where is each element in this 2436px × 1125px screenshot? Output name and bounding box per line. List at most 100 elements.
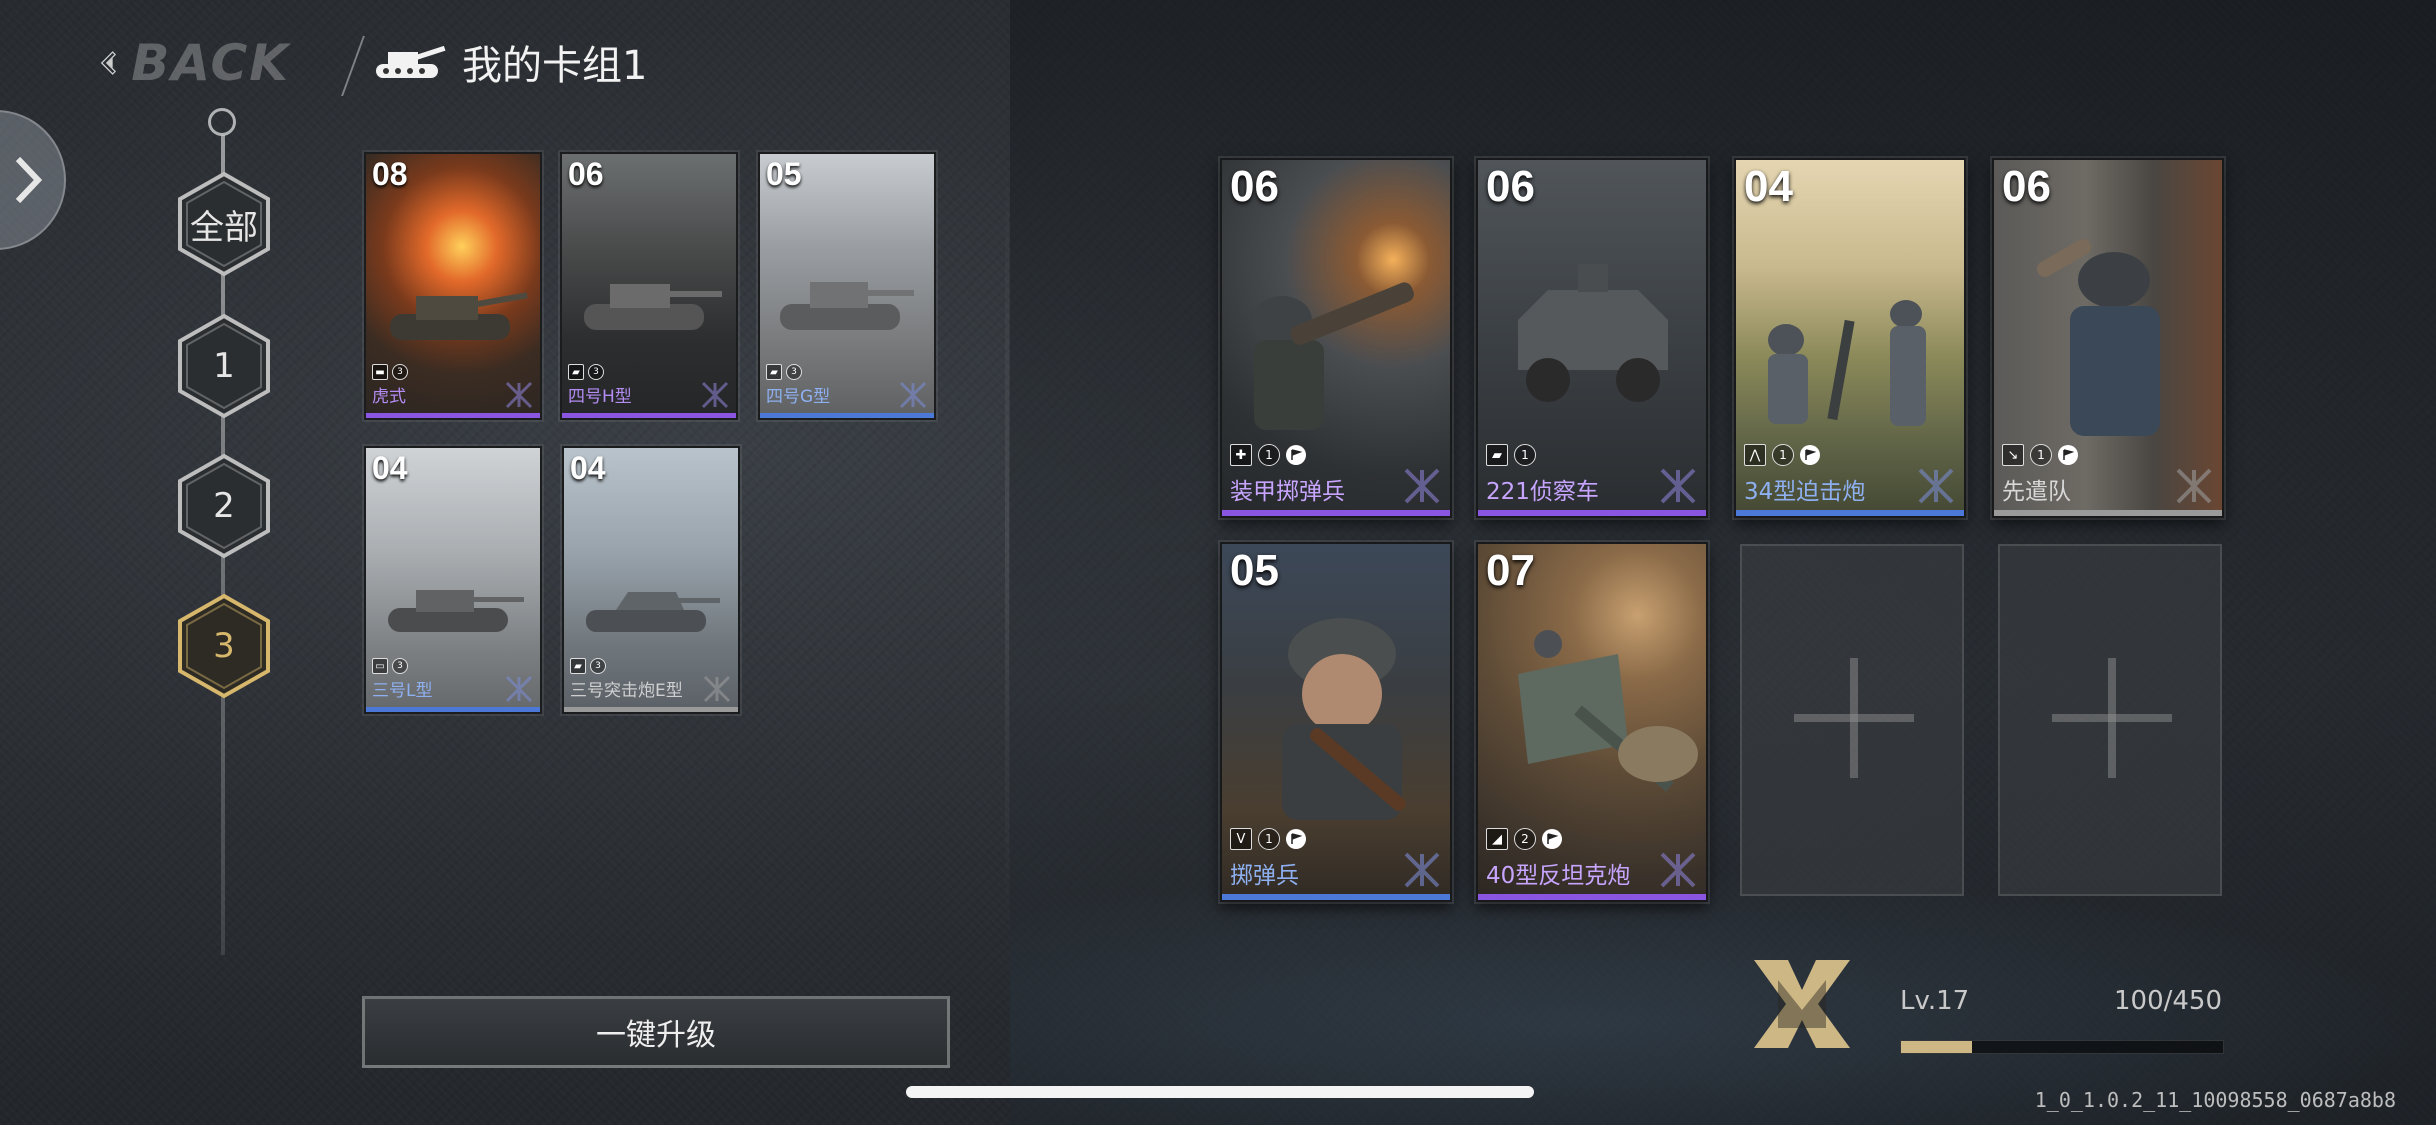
card-icon-row: ▰ 3: [568, 364, 604, 380]
tank-destroyer-icon: ▰: [570, 658, 586, 674]
deck-card[interactable]: 07 ◢ 2 40型反坦克炮: [1476, 542, 1708, 902]
card-name: 34型迫击炮: [1744, 479, 1866, 505]
card-stat: 3: [392, 658, 408, 674]
card-name: 掷弹兵: [1230, 863, 1299, 889]
card-icon-row: V 1: [1230, 828, 1306, 850]
faction-crest-icon: [505, 675, 533, 703]
card-name: 先遣队: [2002, 479, 2071, 505]
card-icon-row: ✚ 1: [1230, 444, 1306, 466]
tier-1[interactable]: 1: [174, 312, 274, 420]
plus-icon-vertical: [1850, 658, 1858, 778]
medium-tank-icon: ▰: [766, 364, 782, 380]
mortar-crew-silhouette-icon: [1768, 300, 1926, 426]
card-name: 四号H型: [568, 387, 632, 407]
card-cost: 04: [1744, 162, 1793, 211]
recon-icon: ↘: [2002, 444, 2024, 466]
flag-icon: [1286, 829, 1306, 849]
card-name: 四号G型: [766, 387, 831, 407]
card-cost: 06: [2002, 162, 2051, 211]
collection-card[interactable]: 06 ▰ 3 四号H型: [560, 152, 738, 420]
card-cost: 06: [568, 156, 604, 192]
medium-tank-icon: ▰: [568, 364, 584, 380]
deck-card[interactable]: 06 ↘ 1 先遣队: [1992, 158, 2224, 518]
card-icon-row: ▭ 3: [372, 658, 408, 674]
anti-tank-gun-silhouette-icon: [1518, 630, 1698, 792]
deck-title: 我的卡组1: [372, 32, 647, 92]
empty-deck-slot[interactable]: [1740, 544, 1964, 896]
card-name: 40型反坦克炮: [1486, 863, 1631, 889]
card-stat: 3: [590, 658, 606, 674]
rarity-bar: [1222, 894, 1450, 900]
player-level: Lv.17: [1900, 986, 1970, 1016]
tier-all[interactable]: 全部: [174, 170, 274, 278]
rifleman-silhouette-icon: [1282, 618, 1406, 820]
officer-silhouette-icon: [2036, 239, 2160, 436]
card-stat: 3: [392, 364, 408, 380]
card-icon-row: ▰ 3: [766, 364, 802, 380]
rarity-bar: [760, 413, 934, 418]
side-expand-tab[interactable]: [0, 110, 66, 250]
empty-deck-slot[interactable]: [1998, 544, 2222, 896]
home-indicator[interactable]: [906, 1086, 1534, 1098]
header-divider: [341, 36, 365, 96]
rarity-bar: [1736, 510, 1964, 516]
xp-progress-bar: [1900, 1040, 2224, 1054]
infantry-icon: V: [1230, 828, 1252, 850]
soldier-silhouette-icon: [1252, 282, 1414, 430]
antitank-icon: ◢: [1486, 828, 1508, 850]
light-tank-icon: ▭: [372, 658, 388, 674]
card-name: 三号L型: [372, 681, 433, 701]
rarity-bar: [1478, 894, 1706, 900]
tier-track-top: [208, 108, 236, 136]
card-cost: 08: [372, 156, 408, 192]
plus-icon-vertical: [2108, 658, 2116, 778]
card-stat: 2: [1514, 828, 1536, 850]
collection-card[interactable]: 05 ▰ 3 四号G型: [758, 152, 936, 420]
card-cost: 05: [766, 156, 802, 192]
back-label: BACK: [131, 34, 290, 92]
faction-crest-icon: [703, 675, 731, 703]
rarity-bar: [1222, 510, 1450, 516]
card-name: 装甲掷弹兵: [1230, 479, 1345, 505]
card-cost: 04: [372, 450, 408, 486]
faction-crest-icon: [2176, 468, 2212, 504]
card-icon-row: ⋀ 1: [1744, 444, 1820, 466]
collection-card[interactable]: 04 ▭ 3 三号L型: [364, 446, 542, 714]
xp-progress-fill: [1901, 1041, 1973, 1053]
tier-3[interactable]: 3: [174, 592, 274, 700]
rarity-bar: [562, 413, 736, 418]
deck-card[interactable]: 04 ⋀ 1 34型迫击炮: [1734, 158, 1966, 518]
collection-card[interactable]: 04 ▰ 3 三号突击炮E型: [562, 446, 740, 714]
card-stat: 1: [1258, 828, 1280, 850]
rarity-bar: [366, 707, 540, 712]
chevron-right-icon: [15, 156, 42, 204]
faction-crest-icon: [1404, 852, 1440, 888]
card-stat: 1: [1772, 444, 1794, 466]
heavy-tank-icon: ▬: [372, 364, 388, 380]
rarity-bar: [564, 707, 738, 712]
tier-2[interactable]: 2: [174, 452, 274, 560]
back-button[interactable]: BACK: [100, 28, 290, 98]
card-name: 三号突击炮E型: [570, 681, 683, 701]
card-cost: 07: [1486, 546, 1535, 595]
collection-card[interactable]: 08 ▬ 3 虎式: [364, 152, 542, 420]
upgrade-all-button[interactable]: 一键升级: [362, 996, 950, 1068]
tier-label: 全部: [190, 207, 258, 248]
card-name: 虎式: [372, 387, 406, 407]
flag-icon: [1800, 445, 1820, 465]
deck-card[interactable]: 06 ▰ 1 221侦察车: [1476, 158, 1708, 518]
faction-crest-icon: [505, 381, 533, 409]
back-arrow-icon: [100, 51, 117, 75]
tank-silhouette-icon: [390, 292, 528, 340]
vehicle-icon: ▰: [1486, 444, 1508, 466]
card-stat: 1: [1258, 444, 1280, 466]
deck-card[interactable]: 06 ✚ 1 装甲掷弹兵: [1220, 158, 1452, 518]
rarity-bar: [1478, 510, 1706, 516]
card-cost: 06: [1230, 162, 1279, 211]
card-stat: 1: [2030, 444, 2052, 466]
deck-card[interactable]: 05 V 1 掷弹兵: [1220, 542, 1452, 902]
flag-icon: [2058, 445, 2078, 465]
deck-title-text: 我的卡组1: [462, 43, 648, 89]
card-icon-row: ▬ 3: [372, 364, 408, 380]
card-name: 221侦察车: [1486, 479, 1599, 505]
